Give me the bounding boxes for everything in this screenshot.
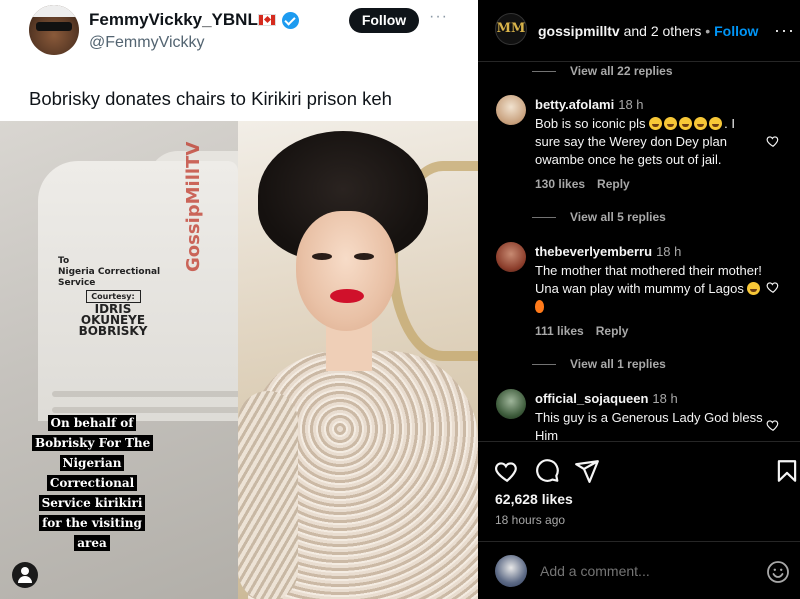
story-caption: On behalf of Bobrisky For The Nigerian C… [32,413,154,553]
canada-flag-icon [258,14,276,26]
comment-reply-button[interactable]: Reply [597,177,630,191]
fire-emoji-icon [535,300,544,313]
post-actions: 62,628 likes 18 hours ago [478,441,800,541]
tweet-more-icon[interactable]: ··· [429,8,449,26]
verified-badge-icon [282,12,299,29]
comment-reply-button[interactable]: Reply [596,324,629,338]
comment-username[interactable]: official_sojaqueen [535,391,648,406]
chair-stamp: To Nigeria Correctional Service Courtesy… [58,256,161,338]
comment-avatar[interactable] [496,242,526,272]
follow-button[interactable]: Follow [714,23,758,39]
post-header-text: gossipmilltv and 2 others • Follow [538,23,759,39]
add-comment-input[interactable] [540,563,740,579]
comment-text: Bob is so iconic pls . I sure say the We… [535,116,736,167]
laughing-emoji-icon [747,282,761,295]
comment-avatar[interactable] [496,389,526,419]
tweet-card: FemmyVickky_YBNL @FemmyVickky Follow ···… [0,0,478,599]
view-replies-toggle[interactable]: View all 22 replies [532,64,673,78]
comment-like-heart-icon[interactable] [766,134,780,148]
laughing-emoji-icon [649,117,663,130]
watermark: GossipMillTV [183,141,204,272]
comment-like-heart-icon[interactable] [766,418,780,432]
tweet-avatar[interactable] [29,5,79,55]
laughing-emoji-icon [679,117,693,130]
share-icon[interactable] [574,458,600,484]
comment-time: 18 h [618,97,644,112]
post-likes-count[interactable]: 62,628 likes [495,491,573,507]
add-comment-bar [478,541,800,599]
laughing-emoji-icon [694,117,708,130]
laughing-emoji-icon [664,117,678,130]
post-timestamp[interactable]: 18 hours ago [495,513,565,527]
tweet-handle[interactable]: @FemmyVickky [89,34,205,52]
comment-like-heart-icon[interactable] [766,280,780,294]
more-options-icon[interactable]: ··· [774,20,795,41]
comment-username[interactable]: thebeverlyemberru [535,244,652,259]
heart-icon[interactable] [494,458,520,484]
comment-likes-count[interactable]: 111 likes [535,324,584,338]
comment-username[interactable]: betty.afolami [535,97,614,112]
tweet-header: FemmyVickky_YBNL @FemmyVickky Follow ···… [0,0,478,120]
emoji-icon[interactable] [766,560,790,584]
current-user-avatar [495,555,527,587]
tagged-user-icon[interactable] [12,562,38,588]
comment-time: 18 h [652,391,678,406]
tweet-photo-portrait[interactable] [238,121,478,599]
view-replies-toggle[interactable]: View all 1 replies [532,357,666,371]
comment-time: 18 h [656,244,682,259]
comment-avatar[interactable] [496,95,526,125]
comment-text: The mother that mothered their mother! U… [535,262,763,316]
comment-likes-count[interactable]: 130 likes [535,177,585,191]
comment-icon[interactable] [534,458,560,484]
post-header: MM gossipmilltv and 2 others • Follow ··… [478,0,800,62]
post-username[interactable]: gossipmilltv [538,23,620,39]
comment-text: This guy is a Generous Lady God bless Hi… [535,410,763,443]
tweet-text: Bobrisky donates chairs to Kirikiri pris… [29,88,392,109]
instagram-panel: MM gossipmilltv and 2 others • Follow ··… [478,0,800,599]
view-replies-toggle[interactable]: View all 5 replies [532,210,666,224]
laughing-emoji-icon [709,117,723,130]
tweet-display-name[interactable]: FemmyVickky_YBNL [89,10,258,30]
bookmark-icon[interactable] [774,458,800,484]
collab-text[interactable]: and 2 others [620,23,702,39]
tweet-follow-button[interactable]: Follow [349,8,419,33]
account-avatar[interactable]: MM [495,13,527,45]
